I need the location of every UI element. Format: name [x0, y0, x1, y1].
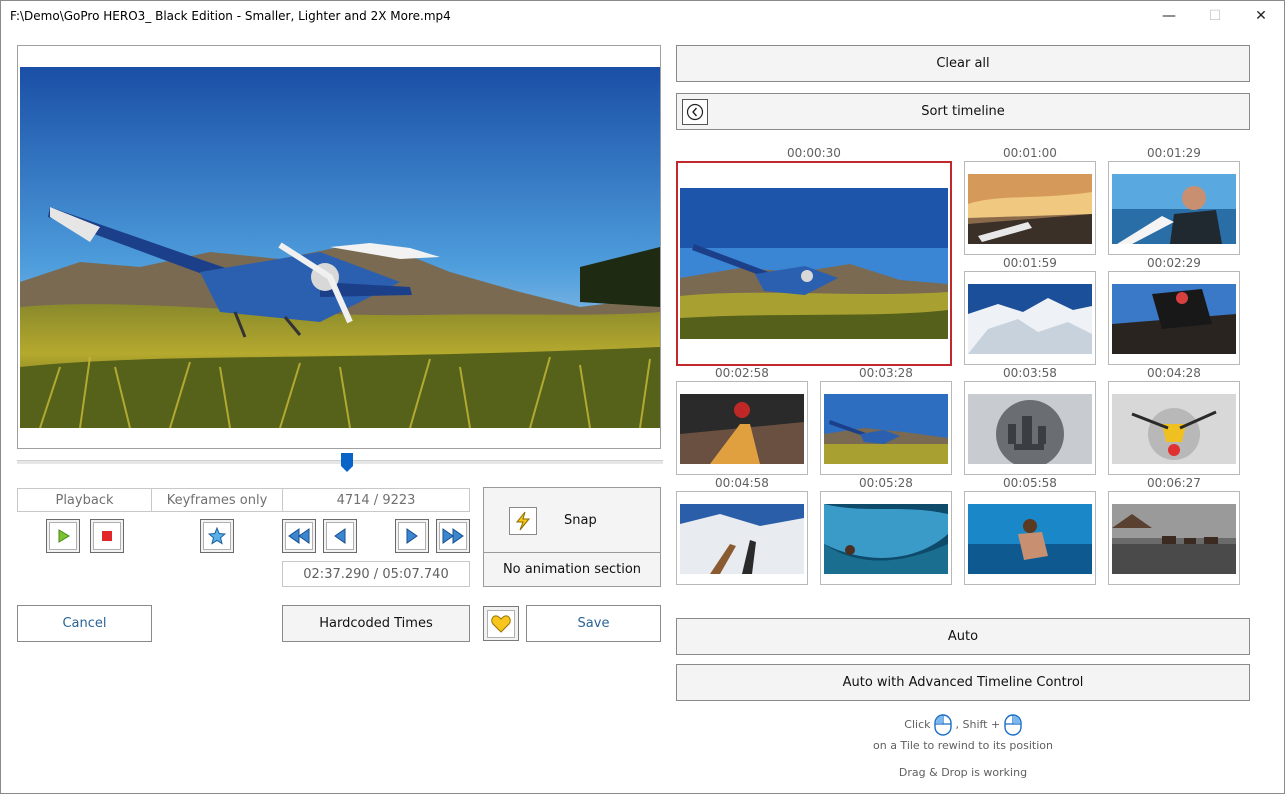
fast-forward-icon: [442, 528, 464, 544]
video-preview: [17, 45, 661, 449]
snap-label: Snap: [564, 513, 597, 528]
favorite-button[interactable]: [483, 606, 519, 641]
tile-thumbnail: [1112, 394, 1236, 464]
tile-time-label: 00:06:27: [1147, 476, 1201, 490]
auto-button[interactable]: Auto: [676, 618, 1250, 655]
sort-timeline-button[interactable]: Sort timeline: [676, 93, 1250, 130]
timeline-tile[interactable]: [820, 491, 952, 585]
stop-button[interactable]: [90, 519, 124, 553]
snap-button[interactable]: Snap: [484, 488, 660, 553]
lightning-icon: [509, 507, 537, 535]
tile-time-label: 00:01:29: [1147, 146, 1201, 160]
step-forward-button[interactable]: [395, 519, 429, 553]
hint-click-text: Click: [904, 718, 931, 731]
heart-icon: [491, 614, 511, 633]
cancel-button[interactable]: Cancel: [17, 605, 152, 642]
clock-back-icon: [682, 99, 708, 125]
star-icon: [208, 527, 226, 545]
tile-time-label: 00:05:58: [1003, 476, 1057, 490]
keyframe-button[interactable]: [200, 519, 234, 553]
timeline-tile[interactable]: [1108, 381, 1240, 475]
close-button[interactable]: ✕: [1238, 1, 1284, 31]
tile-thumbnail: [680, 394, 804, 464]
auto-advanced-button[interactable]: Auto with Advanced Timeline Control: [676, 664, 1250, 701]
tile-thumbnail: [680, 504, 804, 574]
timeline-tile[interactable]: [964, 271, 1096, 365]
tile-time-label: 00:02:58: [715, 366, 769, 380]
timeline-tile-selected[interactable]: [676, 161, 952, 366]
minimize-button[interactable]: —: [1146, 1, 1192, 31]
timeline-tile[interactable]: [820, 381, 952, 475]
timeline-tile[interactable]: [676, 381, 808, 475]
tile-time-label: 00:04:58: [715, 476, 769, 490]
mode-playback-label[interactable]: Playback: [17, 488, 152, 512]
position-slider-track[interactable]: [17, 460, 663, 464]
fast-rewind-icon: [288, 528, 310, 544]
right-mouse-icon: [1004, 714, 1022, 736]
window-title: F:\Demo\GoPro HERO3_ Black Edition - Sma…: [10, 9, 451, 23]
tile-thumbnail: [1112, 174, 1236, 244]
step-back-icon: [334, 528, 346, 544]
tile-thumbnail: [968, 174, 1092, 244]
timeline-tile[interactable]: [676, 491, 808, 585]
frame-counter: 4714 / 9223: [282, 488, 470, 512]
save-button[interactable]: Save: [526, 605, 661, 642]
sort-timeline-label: Sort timeline: [921, 104, 1005, 119]
airplane-scene-image: [20, 67, 660, 428]
step-back-button[interactable]: [323, 519, 357, 553]
left-mouse-icon: [934, 714, 952, 736]
snap-panel: Snap No animation section: [483, 487, 661, 587]
stop-icon: [102, 531, 112, 541]
tile-time-label: 00:00:30: [787, 146, 841, 160]
tile-time-label: 00:02:29: [1147, 256, 1201, 270]
timeline-tile[interactable]: [964, 381, 1096, 475]
hint-shift-text: , Shift +: [955, 718, 1001, 731]
clear-all-button[interactable]: Clear all: [676, 45, 1250, 82]
tile-thumbnail: [968, 504, 1092, 574]
tile-time-label: 00:03:58: [1003, 366, 1057, 380]
tile-thumbnail: [1112, 284, 1236, 354]
timeline-tile[interactable]: [964, 161, 1096, 255]
timeline-tile[interactable]: [1108, 161, 1240, 255]
tile-time-label: 00:05:28: [859, 476, 913, 490]
tile-thumbnail: [1112, 504, 1236, 574]
timeline-tile[interactable]: [1108, 271, 1240, 365]
hint-drag-text: Drag & Drop is working: [898, 766, 1028, 779]
app-window: F:\Demo\GoPro HERO3_ Black Edition - Sma…: [0, 0, 1285, 794]
tile-thumbnail: [968, 284, 1092, 354]
tile-time-label: 00:01:00: [1003, 146, 1057, 160]
timeline-tile[interactable]: [964, 491, 1096, 585]
hint-click-line: Click , Shift +: [676, 714, 1250, 736]
tile-time-label: 00:03:28: [859, 366, 913, 380]
preview-image: [20, 67, 660, 428]
maximize-button[interactable]: ☐: [1192, 1, 1238, 31]
tile-time-label: 00:01:59: [1003, 256, 1057, 270]
hardcoded-times-button[interactable]: Hardcoded Times: [282, 605, 470, 642]
tile-time-label: 00:04:28: [1147, 366, 1201, 380]
tile-thumbnail: [680, 188, 948, 339]
timeline-tile[interactable]: [1108, 491, 1240, 585]
play-button[interactable]: [46, 519, 80, 553]
tile-thumbnail: [824, 504, 948, 574]
time-position-readout: 02:37.290 / 05:07.740: [282, 561, 470, 587]
mode-keyframes-label[interactable]: Keyframes only: [151, 488, 283, 512]
no-animation-section-button[interactable]: No animation section: [484, 553, 660, 586]
fast-rewind-button[interactable]: [282, 519, 316, 553]
play-icon: [58, 529, 70, 543]
hint-tile-text: on a Tile to rewind to its position: [873, 739, 1053, 752]
step-forward-icon: [406, 528, 418, 544]
position-slider-thumb[interactable]: [341, 453, 353, 472]
title-bar: F:\Demo\GoPro HERO3_ Black Edition - Sma…: [1, 1, 1284, 31]
tile-thumbnail: [968, 394, 1092, 464]
tile-thumbnail: [824, 394, 948, 464]
fast-forward-button[interactable]: [436, 519, 470, 553]
